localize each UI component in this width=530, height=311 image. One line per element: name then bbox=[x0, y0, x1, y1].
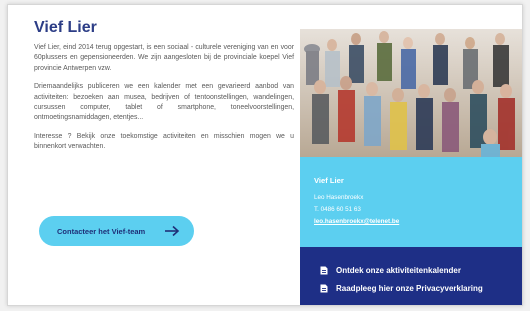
intro-paragraph: Vief Lier, eind 2014 terug opgestart, is… bbox=[34, 44, 294, 72]
contact-team-button[interactable]: Contacteer het Vief-team bbox=[39, 216, 194, 246]
privacy-statement-label: Raadpleeg hier onze Privacyverklaring bbox=[336, 284, 483, 293]
main-content: Vief Lier Vief Lier, eind 2014 terug opg… bbox=[34, 19, 294, 161]
page-frame: Vief Lier Vief Lier, eind 2014 terug opg… bbox=[7, 4, 523, 306]
privacy-statement-link[interactable]: Raadpleeg hier onze Privacyverklaring bbox=[320, 284, 483, 293]
contact-email-link[interactable]: leo.hasenbroekx@telenet.be bbox=[314, 218, 399, 225]
document-icon bbox=[320, 284, 328, 293]
arrow-right-icon bbox=[165, 225, 180, 237]
contact-title: Vief Lier bbox=[314, 176, 344, 185]
group-photo-image bbox=[300, 29, 522, 157]
links-box: Ontdek onze aktiviteitenkalender Raadple… bbox=[300, 247, 522, 305]
page-title: Vief Lier bbox=[34, 19, 97, 36]
interest-paragraph: Interesse ? Bekijk onze toekomstige acti… bbox=[34, 132, 294, 151]
group-photo bbox=[300, 29, 522, 157]
contact-phone: T. 0486 60 51 63 bbox=[314, 206, 361, 213]
activities-paragraph: Driemaandelijks publiceren we een kalend… bbox=[34, 83, 294, 122]
contact-team-label: Contacteer het Vief-team bbox=[57, 226, 146, 236]
document-icon bbox=[320, 266, 328, 275]
sidebar: Vief Lier Leo Hasenbroekx T. 0486 60 51 … bbox=[300, 29, 522, 305]
contact-person: Leo Hasenbroekx bbox=[314, 194, 364, 201]
activity-calendar-link[interactable]: Ontdek onze aktiviteitenkalender bbox=[320, 266, 461, 275]
contact-info-box: Vief Lier Leo Hasenbroekx T. 0486 60 51 … bbox=[300, 157, 522, 247]
activity-calendar-label: Ontdek onze aktiviteitenkalender bbox=[336, 266, 461, 275]
